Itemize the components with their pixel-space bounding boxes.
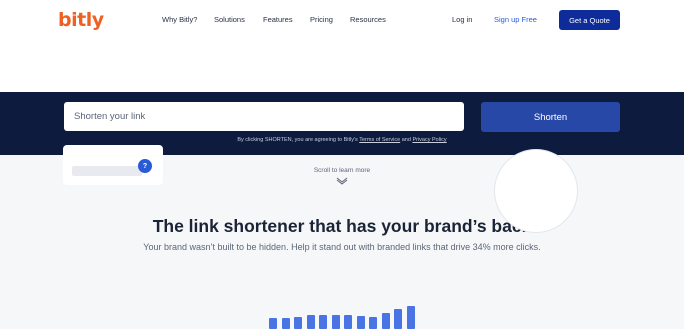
help-badge-icon: ?: [138, 159, 152, 173]
preview-bar: [319, 315, 327, 329]
link-preview-field: [72, 166, 142, 176]
site-header: bitly Why Bitly? Solutions Features Pric…: [0, 0, 684, 40]
privacy-policy-link[interactable]: Privacy Policy: [412, 137, 446, 143]
preview-bar: [406, 306, 415, 329]
circle-preview-card: [494, 149, 578, 233]
nav-resources[interactable]: Resources: [350, 15, 386, 24]
get-a-quote-button[interactable]: Get a Quote: [559, 10, 620, 30]
terms-notice: By clicking SHORTEN, you are agreeing to…: [0, 137, 684, 143]
bitly-logo[interactable]: bitly: [58, 9, 104, 31]
shorten-button[interactable]: Shorten: [481, 102, 620, 132]
terms-prefix: By clicking SHORTEN, you are agreeing to…: [237, 137, 358, 143]
preview-bar: [369, 317, 377, 329]
page-headline: The link shortener that has your brand’s…: [152, 216, 532, 236]
preview-bar: [394, 309, 402, 329]
signup-link[interactable]: Sign up Free: [494, 15, 537, 24]
nav-pricing[interactable]: Pricing: [310, 15, 333, 24]
preview-bar: [269, 318, 277, 329]
nav-why-bitly[interactable]: Why Bitly?: [162, 15, 197, 24]
terms-and: and: [401, 137, 411, 143]
chevron-down-icon[interactable]: [336, 177, 348, 185]
preview-bar: [331, 315, 340, 329]
shorten-link-input[interactable]: [64, 102, 464, 131]
preview-bar: [281, 318, 290, 329]
nav-features[interactable]: Features: [263, 15, 293, 24]
terms-of-service-link[interactable]: Terms of Service: [359, 137, 400, 143]
preview-bar: [344, 315, 352, 329]
preview-bar: [294, 317, 302, 329]
preview-bar: [356, 316, 365, 329]
page-subheadline: Your brand wasn’t built to be hidden. He…: [143, 242, 541, 252]
preview-bar: [381, 313, 390, 329]
login-link[interactable]: Log in: [452, 15, 472, 24]
preview-bar: [306, 315, 315, 329]
nav-solutions[interactable]: Solutions: [214, 15, 245, 24]
